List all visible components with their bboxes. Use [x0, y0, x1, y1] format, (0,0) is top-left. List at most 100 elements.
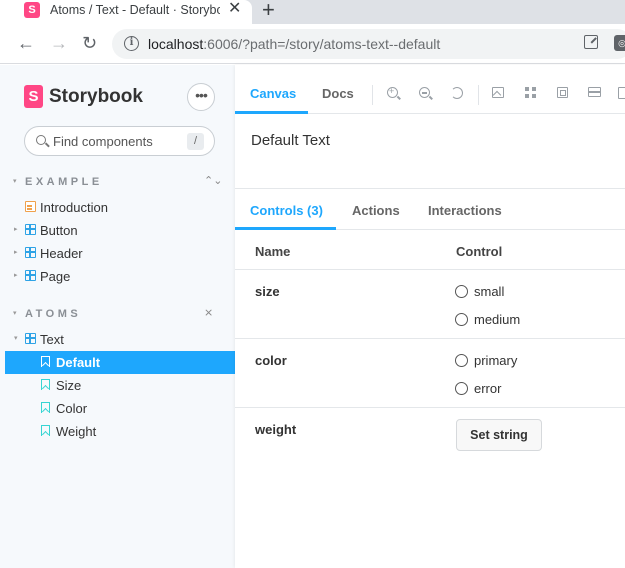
section-label: ATOMS	[25, 308, 82, 320]
radio-button[interactable]	[455, 313, 468, 326]
zoom-in-icon[interactable]	[387, 85, 398, 98]
site-info-icon[interactable]: i	[124, 36, 139, 51]
column-header-name: Name	[255, 244, 291, 259]
main-panel: Canvas Docs Default Text Controls (3) Ac…	[235, 65, 625, 568]
toolbar-divider	[372, 85, 373, 105]
arg-name-color: color	[255, 353, 287, 368]
component-icon	[25, 247, 36, 258]
preview-toolbar: Canvas Docs	[235, 74, 625, 114]
browser-tab[interactable]: S Atoms / Text - Default · Storybook ✕	[0, 0, 252, 24]
radio-color-primary[interactable]: primary	[455, 352, 615, 368]
outline-icon[interactable]	[557, 87, 568, 98]
radio-size-medium[interactable]: medium	[455, 311, 615, 327]
sidebar-item-introduction[interactable]: Introduction	[5, 196, 235, 219]
sidebar-item-label: Button	[40, 223, 78, 238]
sidebar-item-label: Color	[56, 401, 88, 416]
story-bookmark-icon	[41, 425, 50, 436]
story-bookmark-icon	[41, 356, 50, 367]
collapse-all-icon[interactable]: ⨯	[204, 306, 213, 320]
section-caret-icon: ▾	[13, 310, 17, 317]
search-shortcut-key: /	[187, 133, 204, 150]
sidebar-item-label: Default	[56, 355, 101, 370]
sidebar-item-size[interactable]: Size	[5, 374, 235, 397]
sidebar-item-button[interactable]: ▸ Button	[5, 219, 235, 242]
radio-label: small	[474, 284, 505, 299]
tab-actions[interactable]: Actions	[352, 203, 400, 219]
tab-title: Atoms / Text - Default · Storybook	[50, 3, 220, 17]
section-example[interactable]: ▾ EXAMPLE ⌃⌄	[10, 174, 222, 190]
component-icon	[25, 333, 36, 344]
search-input[interactable]	[53, 133, 173, 149]
arg-name-weight: weight	[255, 422, 297, 437]
url-path: :6006/?path=/story/atoms-text--default	[203, 36, 441, 52]
forward-arrow-icon[interactable]: →	[50, 33, 68, 53]
tab-controls[interactable]: Controls (3)	[250, 203, 323, 219]
radio-button[interactable]	[455, 285, 468, 298]
radio-button[interactable]	[455, 382, 468, 395]
search-box[interactable]: /	[24, 126, 215, 156]
reset-zoom-icon[interactable]	[451, 87, 463, 99]
reload-icon[interactable]: ↻	[82, 33, 97, 53]
url-host: localhost	[148, 36, 204, 52]
background-icon[interactable]	[492, 87, 504, 98]
sidebar-item-label: Header	[40, 246, 83, 261]
collapsed-caret-icon: ▸	[14, 272, 18, 279]
search-icon	[36, 135, 46, 145]
radio-label: primary	[474, 353, 518, 368]
radio-button[interactable]	[455, 354, 468, 367]
section-label: EXAMPLE	[25, 176, 103, 188]
sidebar-item-text[interactable]: ▾ Text	[5, 328, 235, 351]
radio-color-error[interactable]: error	[455, 380, 615, 396]
open-external-icon[interactable]	[584, 35, 598, 49]
row-divider	[235, 407, 625, 408]
expand-collapse-icon[interactable]: ⌃⌄	[204, 174, 222, 188]
sidebar-item-default[interactable]: Default	[5, 351, 235, 374]
document-icon	[25, 201, 36, 212]
sidebar: S Storybook ••• / ▾ EXAMPLE ⌃⌄ Introduct…	[5, 65, 235, 568]
sidebar-item-page[interactable]: ▸ Page	[5, 265, 235, 288]
section-atoms[interactable]: ▾ ATOMS ⨯	[10, 306, 220, 322]
tab-canvas[interactable]: Canvas	[250, 86, 296, 102]
addons-tab-bar: Controls (3) Actions Interactions	[235, 189, 625, 230]
active-tab-indicator	[235, 111, 308, 114]
sidebar-item-weight[interactable]: Weight	[5, 420, 235, 443]
sidebar-menu-button[interactable]: •••	[187, 83, 215, 111]
url-text[interactable]: localhost:6006/?path=/story/atoms-text--…	[148, 36, 440, 52]
addons-panel: Controls (3) Actions Interactions Name C…	[235, 188, 625, 568]
canvas-preview-text: Default Text	[251, 132, 330, 149]
tab-docs[interactable]: Docs	[322, 86, 354, 102]
collapsed-caret-icon: ▸	[14, 249, 18, 256]
active-tab-indicator	[235, 227, 336, 230]
sidebar-item-label: Introduction	[40, 200, 108, 215]
radio-size-small[interactable]: small	[455, 283, 615, 299]
storybook-logo-icon: S	[24, 85, 43, 108]
extension-icon[interactable]: ◎	[614, 35, 625, 51]
tab-interactions[interactable]: Interactions	[428, 203, 502, 219]
story-bookmark-icon	[41, 379, 50, 390]
collapsed-caret-icon: ▸	[14, 226, 18, 233]
browser-tab-strip: S Atoms / Text - Default · Storybook ✕ +	[0, 0, 625, 24]
grid-icon[interactable]	[525, 87, 536, 98]
row-divider	[235, 338, 625, 339]
toolbar-divider	[478, 85, 479, 105]
sidebar-item-label: Weight	[56, 424, 97, 439]
measure-icon[interactable]	[588, 87, 601, 97]
address-bar[interactable]: i localhost:6006/?path=/story/atoms-text…	[112, 29, 625, 59]
row-divider	[235, 269, 625, 270]
sidebar-item-color[interactable]: Color	[5, 397, 235, 420]
sidebar-item-label: Size	[56, 378, 82, 393]
viewport-icon[interactable]	[618, 87, 625, 99]
column-header-control: Control	[456, 244, 503, 259]
sidebar-item-label: Text	[40, 332, 64, 347]
close-tab-icon[interactable]: ✕	[228, 1, 241, 17]
component-icon	[25, 224, 36, 235]
zoom-out-icon[interactable]	[419, 87, 430, 98]
section-caret-icon: ▾	[13, 178, 17, 185]
back-arrow-icon[interactable]: ←	[17, 33, 35, 53]
new-tab-icon[interactable]: +	[262, 0, 275, 21]
browser-toolbar: ← → ↻ i localhost:6006/?path=/story/atom…	[0, 24, 625, 64]
component-icon	[25, 270, 36, 281]
arg-name-size: size	[255, 284, 280, 299]
sidebar-item-header[interactable]: ▸ Header	[5, 242, 235, 265]
set-string-button[interactable]: Set string	[456, 419, 542, 451]
